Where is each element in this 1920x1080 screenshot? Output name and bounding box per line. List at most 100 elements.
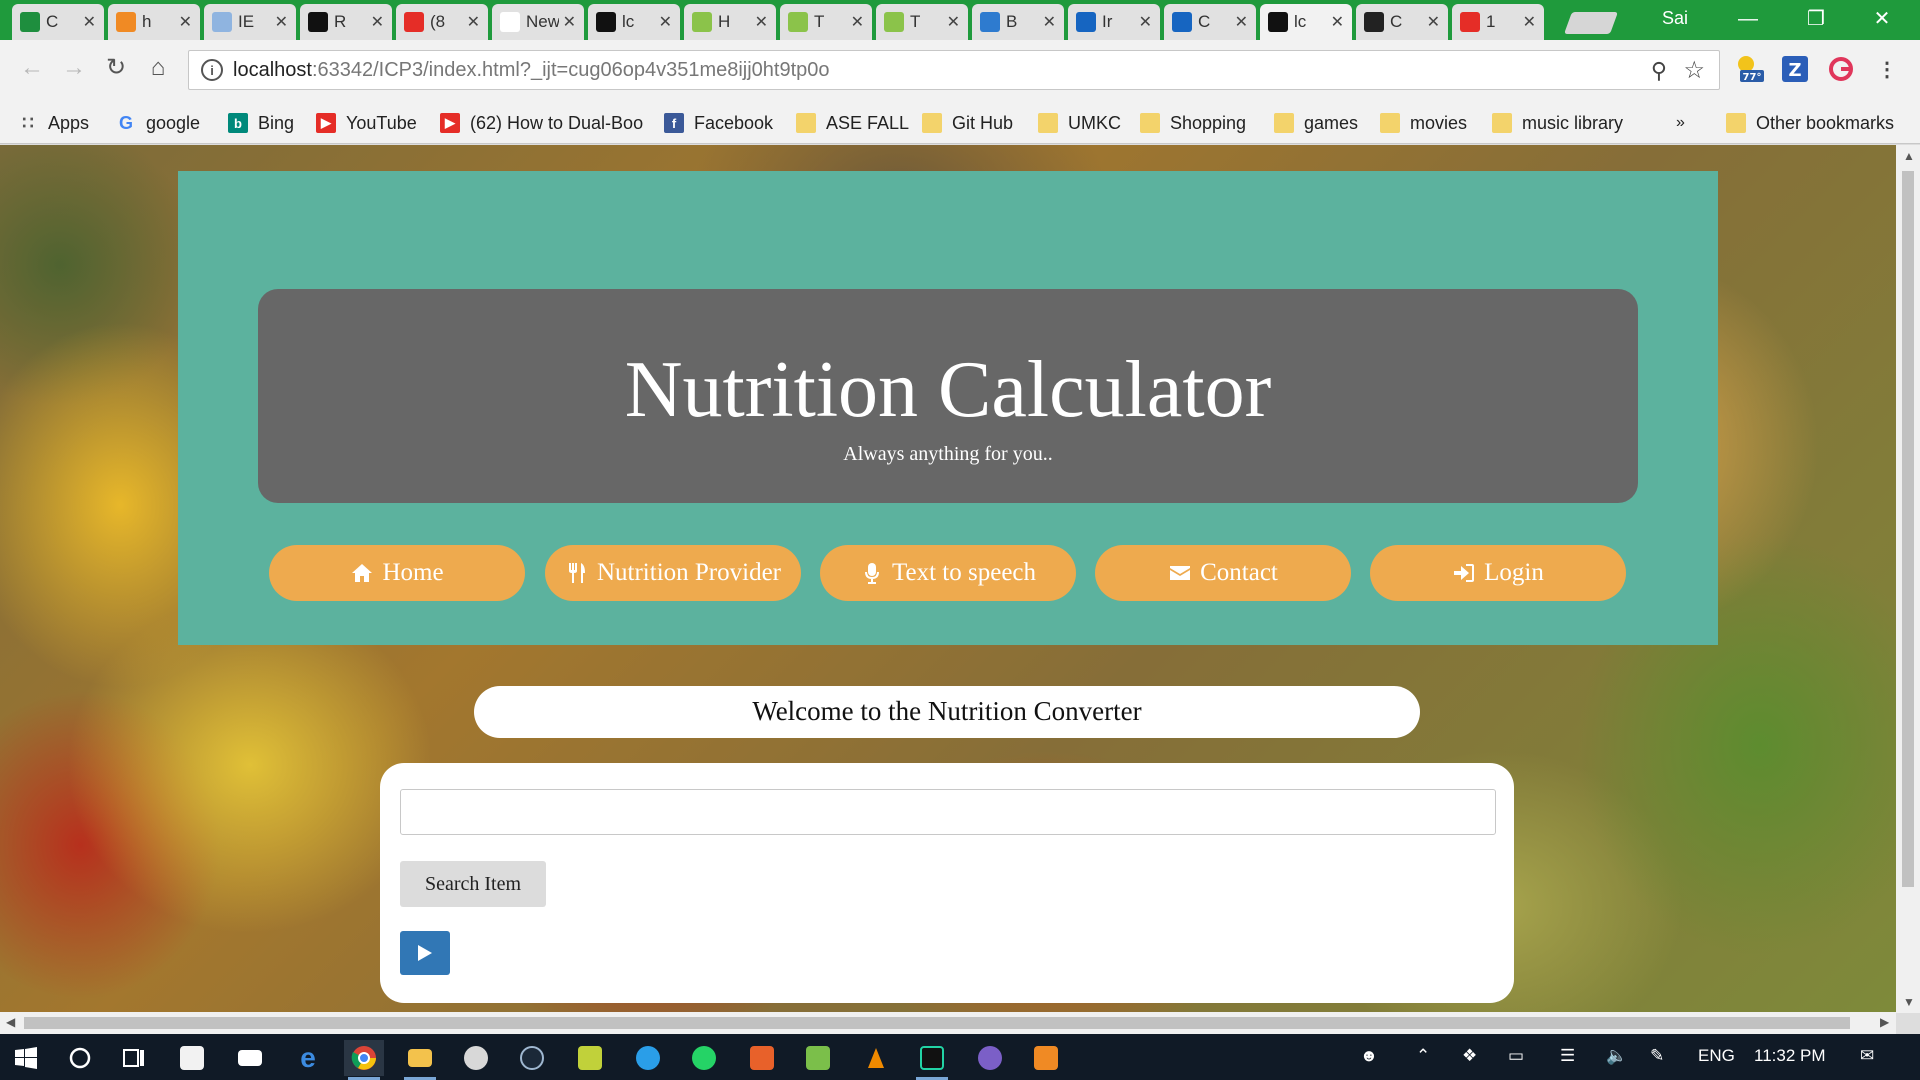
bookmark-star-icon[interactable]: ☆	[1683, 56, 1705, 85]
restore-icon[interactable]: ❐	[1796, 4, 1836, 34]
home-page-icon[interactable]: ⌂	[140, 50, 176, 86]
close-tab-icon[interactable]: ✕	[1139, 12, 1152, 32]
close-tab-icon[interactable]: ✕	[83, 12, 96, 32]
back-icon[interactable]: ←	[14, 50, 50, 86]
browser-tab[interactable]: R ✕	[300, 4, 392, 40]
bookmark-item[interactable]: Git Hub	[922, 110, 1013, 136]
battery-icon[interactable]: ▭	[1508, 1046, 1524, 1066]
paint-icon[interactable]	[742, 1040, 782, 1076]
info-icon[interactable]: i	[201, 59, 223, 81]
bookmark-item[interactable]: f Facebook	[664, 110, 773, 136]
bookmark-item[interactable]: movies	[1380, 110, 1467, 136]
close-tab-icon[interactable]: ✕	[1427, 12, 1440, 32]
browser-tab[interactable]: h ✕	[108, 4, 200, 40]
browser-tab[interactable]: C ✕	[1164, 4, 1256, 40]
edge-icon[interactable]: e	[288, 1040, 328, 1076]
layers-app-icon[interactable]	[570, 1040, 610, 1076]
search-item-button[interactable]: Search Item	[400, 861, 546, 907]
safari-like-icon[interactable]	[628, 1040, 668, 1076]
mail-icon[interactable]	[230, 1040, 270, 1076]
people-icon[interactable]: ☻	[1360, 1046, 1378, 1066]
close-tab-icon[interactable]: ✕	[851, 12, 864, 32]
show-hidden-icons[interactable]: ⌃	[1416, 1046, 1430, 1066]
language-indicator[interactable]: ENG	[1698, 1046, 1735, 1066]
nav-nutrition-provider-button[interactable]: Nutrition Provider	[545, 545, 801, 601]
browser-tab[interactable]: C ✕	[1356, 4, 1448, 40]
browser-tab[interactable]: lc ✕	[588, 4, 680, 40]
chrome-menu-icon[interactable]: ⋮	[1870, 52, 1904, 86]
bookmark-item[interactable]: Ggoogle	[116, 110, 200, 136]
browser-tab[interactable]: lc ✕	[1260, 4, 1352, 40]
bookmark-item[interactable]: ▶ YouTube	[316, 110, 417, 136]
horizontal-scrollbar[interactable]: ◀ ▶	[0, 1012, 1896, 1034]
other-bookmarks[interactable]: Other bookmarks	[1726, 110, 1894, 136]
close-tab-icon[interactable]: ✕	[275, 12, 288, 32]
nav-text-to-speech-button[interactable]: Text to speech	[820, 545, 1076, 601]
browser-tab[interactable]: B ✕	[972, 4, 1064, 40]
address-bar[interactable]: i localhost:63342/ICP3/index.html?_ijt=c…	[188, 50, 1720, 90]
cortana-icon[interactable]	[60, 1040, 100, 1076]
browser-tab[interactable]: IE ✕	[204, 4, 296, 40]
close-window-icon[interactable]: ✕	[1862, 4, 1902, 34]
close-tab-icon[interactable]: ✕	[1331, 12, 1344, 32]
action-center-icon[interactable]: ✉	[1860, 1046, 1874, 1066]
close-tab-icon[interactable]: ✕	[467, 12, 480, 32]
nav-home-button[interactable]: Home	[269, 545, 525, 601]
vertical-scrollbar[interactable]: ▲ ▼	[1896, 145, 1920, 1013]
grammarly-extension-icon[interactable]	[1824, 52, 1858, 86]
reload-icon[interactable]: ↻	[98, 50, 134, 86]
nav-contact-button[interactable]: Contact	[1095, 545, 1351, 601]
purple-app-icon[interactable]	[970, 1040, 1010, 1076]
whatsapp-icon[interactable]	[684, 1040, 724, 1076]
search-input[interactable]	[400, 789, 1496, 835]
scroll-down-icon[interactable]: ▼	[1903, 995, 1915, 1009]
play-button[interactable]	[400, 931, 450, 975]
browser-tab[interactable]: T ✕	[780, 4, 872, 40]
minimize-icon[interactable]: —	[1728, 4, 1768, 34]
horizontal-scroll-thumb[interactable]	[24, 1017, 1850, 1029]
browser-tab[interactable]: Ir ✕	[1068, 4, 1160, 40]
forward-icon[interactable]: →	[56, 50, 92, 86]
clock[interactable]: 11:32 PM	[1754, 1046, 1826, 1066]
bookmark-item[interactable]: games	[1274, 110, 1358, 136]
bookmark-item[interactable]: ASE FALL	[796, 110, 909, 136]
close-tab-icon[interactable]: ✕	[1235, 12, 1248, 32]
close-tab-icon[interactable]: ✕	[1043, 12, 1056, 32]
volume-icon[interactable]: 🔈	[1606, 1046, 1627, 1066]
task-view-icon[interactable]	[114, 1040, 154, 1076]
close-tab-icon[interactable]: ✕	[179, 12, 192, 32]
close-tab-icon[interactable]: ✕	[563, 12, 576, 32]
notepad-icon[interactable]	[798, 1040, 838, 1076]
wifi-icon[interactable]: ☰	[1560, 1046, 1575, 1066]
close-tab-icon[interactable]: ✕	[659, 12, 672, 32]
browser-tab[interactable]: T ✕	[876, 4, 968, 40]
dropbox-icon[interactable]: ❖	[1462, 1046, 1477, 1066]
close-tab-icon[interactable]: ✕	[947, 12, 960, 32]
chrome-taskbar-icon[interactable]	[344, 1040, 384, 1080]
file-explorer-icon[interactable]	[400, 1040, 440, 1080]
new-tab-button[interactable]	[1563, 12, 1619, 34]
close-tab-icon[interactable]: ✕	[1523, 12, 1536, 32]
browser-tab[interactable]: (8 ✕	[396, 4, 488, 40]
pen-icon[interactable]: ✎	[1650, 1046, 1664, 1066]
steam-icon[interactable]	[512, 1040, 552, 1076]
zoom-icon[interactable]: ⚲	[1651, 58, 1667, 84]
z-extension-icon[interactable]: Z	[1778, 52, 1812, 86]
vlc-icon[interactable]	[856, 1040, 896, 1076]
bookmarks-overflow-button[interactable]: »	[1676, 110, 1685, 136]
scroll-left-icon[interactable]: ◀	[6, 1015, 15, 1029]
orange-app-icon[interactable]	[1026, 1040, 1066, 1076]
windows-start-icon[interactable]	[6, 1040, 46, 1076]
bookmark-item[interactable]: music library	[1492, 110, 1623, 136]
store-icon[interactable]	[172, 1040, 212, 1076]
browser-tab[interactable]: 1 ✕	[1452, 4, 1544, 40]
steam-like-icon[interactable]	[456, 1040, 496, 1076]
bookmark-item[interactable]: ∷ Apps	[18, 110, 89, 136]
browser-tab[interactable]: C ✕	[12, 4, 104, 40]
browser-tab[interactable]: New ✕	[492, 4, 584, 40]
close-tab-icon[interactable]: ✕	[755, 12, 768, 32]
profile-name[interactable]: Sai	[1662, 8, 1688, 29]
close-tab-icon[interactable]: ✕	[371, 12, 384, 32]
webstorm-icon[interactable]	[912, 1040, 952, 1080]
bookmark-item[interactable]: Shopping	[1140, 110, 1246, 136]
